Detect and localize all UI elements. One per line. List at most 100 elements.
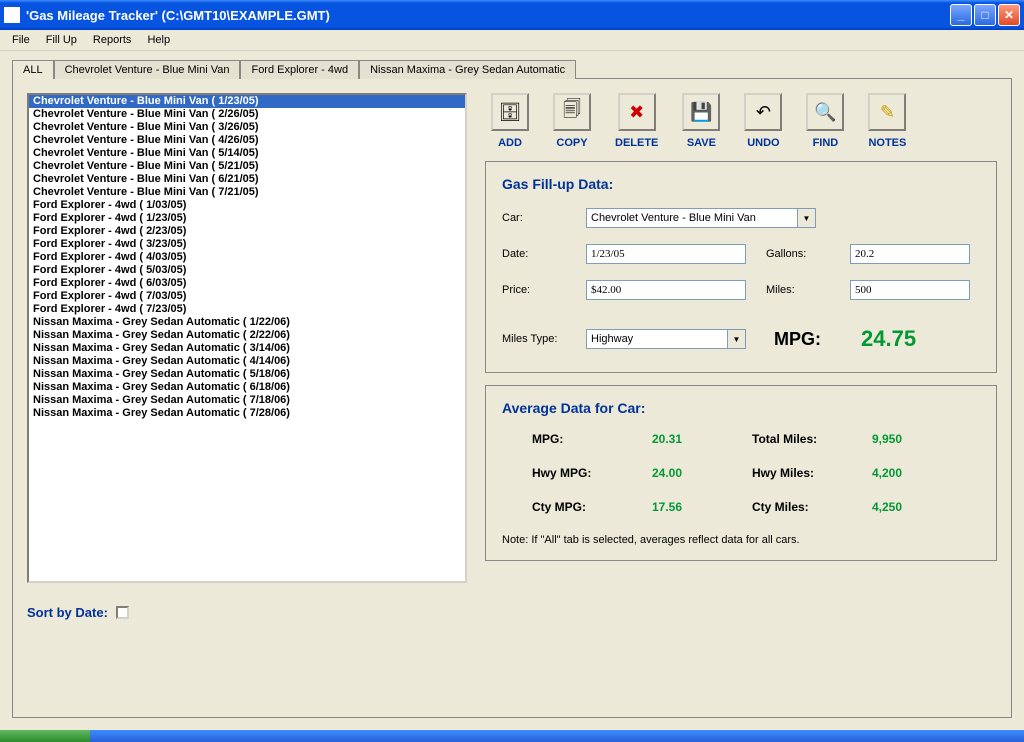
list-item[interactable]: Chevrolet Venture - Blue Mini Van ( 6/21…: [29, 173, 465, 186]
avg-label: Cty Miles:: [752, 500, 872, 514]
list-item[interactable]: Ford Explorer - 4wd ( 5/03/05): [29, 264, 465, 277]
avg-label: Hwy Miles:: [752, 466, 872, 480]
avg-label: MPG:: [532, 432, 652, 446]
list-item[interactable]: Chevrolet Venture - Blue Mini Van ( 5/14…: [29, 147, 465, 160]
add-label: ADD: [498, 137, 522, 149]
list-item[interactable]: Nissan Maxima - Grey Sedan Automatic ( 4…: [29, 355, 465, 368]
average-data-panel: Average Data for Car: MPG:20.31Total Mil…: [485, 385, 997, 561]
date-input[interactable]: [586, 244, 746, 264]
car-label: Car:: [502, 212, 586, 224]
delete-label: DELETE: [615, 137, 658, 149]
tab-1[interactable]: Chevrolet Venture - Blue Mini Van: [54, 60, 241, 79]
miles-type-label: Miles Type:: [502, 333, 586, 345]
car-dropdown-value: Chevrolet Venture - Blue Mini Van: [587, 209, 797, 227]
delete-button[interactable]: ✖ DELETE: [615, 93, 658, 149]
avg-value: 4,200: [872, 466, 952, 480]
list-item[interactable]: Chevrolet Venture - Blue Mini Van ( 5/21…: [29, 160, 465, 173]
close-button[interactable]: ✕: [998, 4, 1020, 26]
copy-label: COPY: [556, 137, 587, 149]
avg-value: 9,950: [872, 432, 952, 446]
average-note: Note: If "All" tab is selected, averages…: [502, 534, 980, 546]
avg-value: 4,250: [872, 500, 952, 514]
avg-value: 24.00: [652, 466, 752, 480]
list-item[interactable]: Nissan Maxima - Grey Sedan Automatic ( 6…: [29, 381, 465, 394]
menu-reports[interactable]: Reports: [85, 32, 140, 48]
mpg-label: MPG:: [774, 329, 821, 350]
list-item[interactable]: Ford Explorer - 4wd ( 2/23/05): [29, 225, 465, 238]
list-item[interactable]: Chevrolet Venture - Blue Mini Van ( 7/21…: [29, 186, 465, 199]
save-icon: 💾: [682, 93, 720, 131]
minimize-button[interactable]: _: [950, 4, 972, 26]
find-button[interactable]: 🔍 FIND: [806, 93, 844, 149]
app-icon: [4, 7, 20, 23]
notes-label: NOTES: [868, 137, 906, 149]
undo-icon: ↶: [744, 93, 782, 131]
menu-fillup[interactable]: Fill Up: [38, 32, 85, 48]
tab-0[interactable]: ALL: [12, 60, 54, 79]
list-item[interactable]: Ford Explorer - 4wd ( 7/23/05): [29, 303, 465, 316]
sort-by-date-checkbox[interactable]: [116, 606, 129, 619]
start-button[interactable]: [0, 730, 90, 742]
average-title: Average Data for Car:: [502, 400, 980, 416]
main-panel: Chevrolet Venture - Blue Mini Van ( 1/23…: [12, 78, 1012, 718]
price-input[interactable]: [586, 280, 746, 300]
menubar: File Fill Up Reports Help: [0, 30, 1024, 51]
copy-icon: 🗐: [553, 93, 591, 131]
mpg-value: 24.75: [861, 326, 916, 352]
fillup-data-panel: Gas Fill-up Data: Car: Chevrolet Venture…: [485, 161, 997, 373]
miles-label: Miles:: [766, 284, 850, 296]
car-dropdown[interactable]: Chevrolet Venture - Blue Mini Van ▼: [586, 208, 816, 228]
taskbar: [0, 730, 1024, 742]
list-item[interactable]: Chevrolet Venture - Blue Mini Van ( 3/26…: [29, 121, 465, 134]
list-item[interactable]: Ford Explorer - 4wd ( 1/23/05): [29, 212, 465, 225]
fillup-listbox[interactable]: Chevrolet Venture - Blue Mini Van ( 1/23…: [27, 93, 467, 583]
titlebar: 'Gas Mileage Tracker' (C:\GMT10\EXAMPLE.…: [0, 0, 1024, 30]
notes-button[interactable]: ✎ NOTES: [868, 93, 906, 149]
avg-value: 17.56: [652, 500, 752, 514]
avg-label: Hwy MPG:: [532, 466, 652, 480]
miles-type-dropdown[interactable]: Highway ▼: [586, 329, 746, 349]
date-label: Date:: [502, 248, 586, 260]
undo-button[interactable]: ↶UNDO: [744, 93, 782, 149]
list-item[interactable]: Chevrolet Venture - Blue Mini Van ( 4/26…: [29, 134, 465, 147]
avg-value: 20.31: [652, 432, 752, 446]
list-item[interactable]: Nissan Maxima - Grey Sedan Automatic ( 7…: [29, 394, 465, 407]
list-item[interactable]: Nissan Maxima - Grey Sedan Automatic ( 2…: [29, 329, 465, 342]
list-item[interactable]: Nissan Maxima - Grey Sedan Automatic ( 7…: [29, 407, 465, 420]
list-item[interactable]: Nissan Maxima - Grey Sedan Automatic ( 5…: [29, 368, 465, 381]
find-icon: 🔍: [806, 93, 844, 131]
tab-2[interactable]: Ford Explorer - 4wd: [240, 60, 359, 79]
add-button[interactable]: 🗄 ADD: [491, 93, 529, 149]
avg-label: Total Miles:: [752, 432, 872, 446]
list-item[interactable]: Ford Explorer - 4wd ( 6/03/05): [29, 277, 465, 290]
gallons-label: Gallons:: [766, 248, 850, 260]
notes-icon: ✎: [868, 93, 906, 131]
tab-3[interactable]: Nissan Maxima - Grey Sedan Automatic: [359, 60, 576, 79]
maximize-button[interactable]: □: [974, 4, 996, 26]
delete-icon: ✖: [618, 93, 656, 131]
chevron-down-icon: ▼: [797, 209, 815, 227]
list-item[interactable]: Ford Explorer - 4wd ( 1/03/05): [29, 199, 465, 212]
menu-file[interactable]: File: [4, 32, 38, 48]
save-label: SAVE: [687, 137, 716, 149]
window-title: 'Gas Mileage Tracker' (C:\GMT10\EXAMPLE.…: [26, 8, 950, 23]
price-label: Price:: [502, 284, 586, 296]
chevron-down-icon: ▼: [727, 330, 745, 348]
add-icon: 🗄: [491, 93, 529, 131]
fillup-title: Gas Fill-up Data:: [502, 176, 980, 192]
save-button[interactable]: 💾 SAVE: [682, 93, 720, 149]
list-item[interactable]: Ford Explorer - 4wd ( 7/03/05): [29, 290, 465, 303]
avg-label: Cty MPG:: [532, 500, 652, 514]
menu-help[interactable]: Help: [139, 32, 178, 48]
list-item[interactable]: Ford Explorer - 4wd ( 3/23/05): [29, 238, 465, 251]
list-item[interactable]: Nissan Maxima - Grey Sedan Automatic ( 3…: [29, 342, 465, 355]
copy-button[interactable]: 🗐 COPY: [553, 93, 591, 149]
miles-input[interactable]: [850, 280, 970, 300]
find-label: FIND: [813, 137, 839, 149]
list-item[interactable]: Nissan Maxima - Grey Sedan Automatic ( 1…: [29, 316, 465, 329]
tabs: ALLChevrolet Venture - Blue Mini VanFord…: [12, 60, 1012, 79]
list-item[interactable]: Ford Explorer - 4wd ( 4/03/05): [29, 251, 465, 264]
list-item[interactable]: Chevrolet Venture - Blue Mini Van ( 2/26…: [29, 108, 465, 121]
gallons-input[interactable]: [850, 244, 970, 264]
list-item[interactable]: Chevrolet Venture - Blue Mini Van ( 1/23…: [29, 95, 465, 108]
